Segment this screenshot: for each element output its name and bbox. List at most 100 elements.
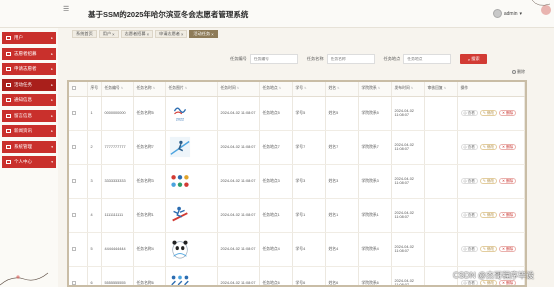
delete-button[interactable]: ✕ 删除 [499,110,517,116]
sidebar-item[interactable]: 留言信息 ▸ [2,109,56,122]
delete-button[interactable]: ✕ 删除 [499,212,517,218]
sidebar-item[interactable]: 活动任务 ▸ [2,78,56,91]
pencil-icon: ✎ [482,281,486,285]
select-all-header[interactable] [69,82,88,97]
edit-button[interactable]: ✎ 修改 [479,178,498,184]
delete-button[interactable]: ✕ 删除 [499,178,517,184]
cell-name: 任务名称7 [133,130,166,165]
breadcrumb-tab[interactable]: 活动任务 × [189,30,218,38]
checkbox[interactable] [72,144,76,149]
sort-icon[interactable]: ⇅ [185,86,188,90]
sidebar-item[interactable]: 通知信息 ▸ [2,94,56,106]
sort-icon[interactable]: ⇅ [337,86,340,90]
row-select-cell [69,198,88,233]
checkbox[interactable] [72,86,76,91]
cell-time: 2024-04-02 11:08:07 [217,198,260,233]
checkbox[interactable] [72,212,76,217]
breadcrumb-tab[interactable]: 用户 × [98,30,119,38]
breadcrumb-tab[interactable]: 志愿者招募 × [120,30,154,38]
cell-student_name: 姓名3 [325,164,359,199]
sidebar-item[interactable]: 申请志愿者 ▸ [2,63,56,75]
chevron-down-icon[interactable]: ▾ [519,11,522,17]
batch-delete-button[interactable]: 删除 [512,69,525,75]
cell-place: 任务地点7 [259,130,293,165]
menu-item-icon [6,67,11,71]
op-label: 修改 [486,144,495,149]
close-icon[interactable]: × [181,32,183,37]
cell-code: 4444444444 [101,232,134,267]
sidebar-item-label: 申请志愿者 [14,66,37,71]
view-button[interactable]: ◎ 查看 [460,110,478,116]
column-header[interactable]: 审核回复⇅ [424,82,458,97]
svg-text:2022: 2022 [175,117,183,121]
sidebar-item[interactable]: 个人中心 ▾ [2,156,56,168]
search-input-code[interactable] [249,54,298,64]
cell-publish: 2024-04-02 11:08:07 [391,198,425,233]
column-header[interactable]: 发布时间⇅ [391,82,425,97]
sort-icon[interactable]: ⇅ [411,86,414,90]
tab-label: 系统首页 [76,31,93,36]
sidebar-item[interactable]: 系统管理 ▾ [2,140,56,153]
op-label: 查看 [467,246,475,251]
search-input-place[interactable] [403,54,452,64]
edit-button[interactable]: ✎ 修改 [479,246,498,252]
column-header[interactable]: 任务图片⇅ [165,82,218,97]
cell-time: 2024-04-02 11:08:07 [217,232,260,267]
menu-toggle-icon[interactable]: ☰ [63,5,69,13]
breadcrumb-tab[interactable]: 系统首页 [72,30,97,38]
edit-button[interactable]: ✎ 修改 [479,212,498,218]
delete-button[interactable]: ✕ 删除 [499,246,517,252]
search-label-place: 任务地点 [383,56,401,61]
view-button[interactable]: ◎ 查看 [460,178,478,184]
cell-reply [424,96,458,131]
checkbox[interactable] [72,178,76,183]
sidebar-item[interactable]: 用户 ▸ [2,32,56,44]
search-label-code: 任务编号 [230,56,247,61]
cell-place: 任务地点6 [259,266,293,285]
csdn-watermark: CSDN @杰哥程序毕设 [452,271,534,280]
row-select-cell [69,232,88,267]
breadcrumb-tab[interactable]: 申请志愿者 × [155,30,188,38]
view-button[interactable]: ◎ 查看 [460,212,478,218]
sort-icon[interactable]: ⇅ [153,86,156,90]
sort-icon[interactable]: ⇅ [304,86,307,90]
close-icon: ✕ [502,111,506,115]
delete-button[interactable]: ✕ 删除 [499,144,517,150]
search-button[interactable]: ⌕ 搜索 [460,54,488,64]
close-icon[interactable]: × [112,32,114,37]
column-header[interactable]: 任务地点⇅ [259,82,293,97]
op-label: 删除 [506,212,514,217]
user-avatar[interactable] [492,9,502,18]
column-header[interactable]: 姓名⇅ [325,82,359,97]
column-header[interactable]: 任务编号⇅ [101,82,134,97]
view-button[interactable]: ◎ 查看 [460,144,478,150]
cell-student_name: 姓名1 [325,198,359,233]
cell-reply [424,198,458,233]
close-icon[interactable]: × [147,32,149,37]
sort-icon[interactable]: ⇅ [444,86,447,90]
edit-button[interactable]: ✎ 修改 [479,110,498,116]
checkbox[interactable] [72,280,76,285]
search-input-name[interactable] [326,54,375,64]
sidebar-item[interactable]: 新闻资讯 ▸ [2,125,56,137]
column-header[interactable]: 学院院系⇅ [358,82,392,97]
column-header[interactable]: 学号⇅ [292,82,326,97]
column-header-label: 姓名 [328,86,337,91]
column-header[interactable]: 任务时间⇅ [217,82,260,97]
edit-button[interactable]: ✎ 修改 [479,144,498,150]
sort-icon[interactable]: ⇅ [121,86,124,90]
op-label: 修改 [486,178,495,183]
user-name[interactable]: admin [504,11,518,17]
column-header[interactable]: 任务名称⇅ [133,82,166,97]
sort-icon[interactable]: ⇅ [237,86,240,90]
view-button[interactable]: ◎ 查看 [460,246,478,252]
close-icon[interactable]: × [211,32,213,37]
checkbox[interactable] [72,246,76,251]
checkbox[interactable] [72,110,76,115]
column-header-label: 任务图片 [168,86,184,91]
cell-student_id: 学号1 [292,198,326,233]
sort-icon[interactable]: ⇅ [378,86,381,90]
sort-icon[interactable]: ⇅ [279,86,282,90]
sidebar-item[interactable]: 志愿者招募 ▸ [2,47,56,60]
search-button-label: 搜索 [471,56,480,61]
